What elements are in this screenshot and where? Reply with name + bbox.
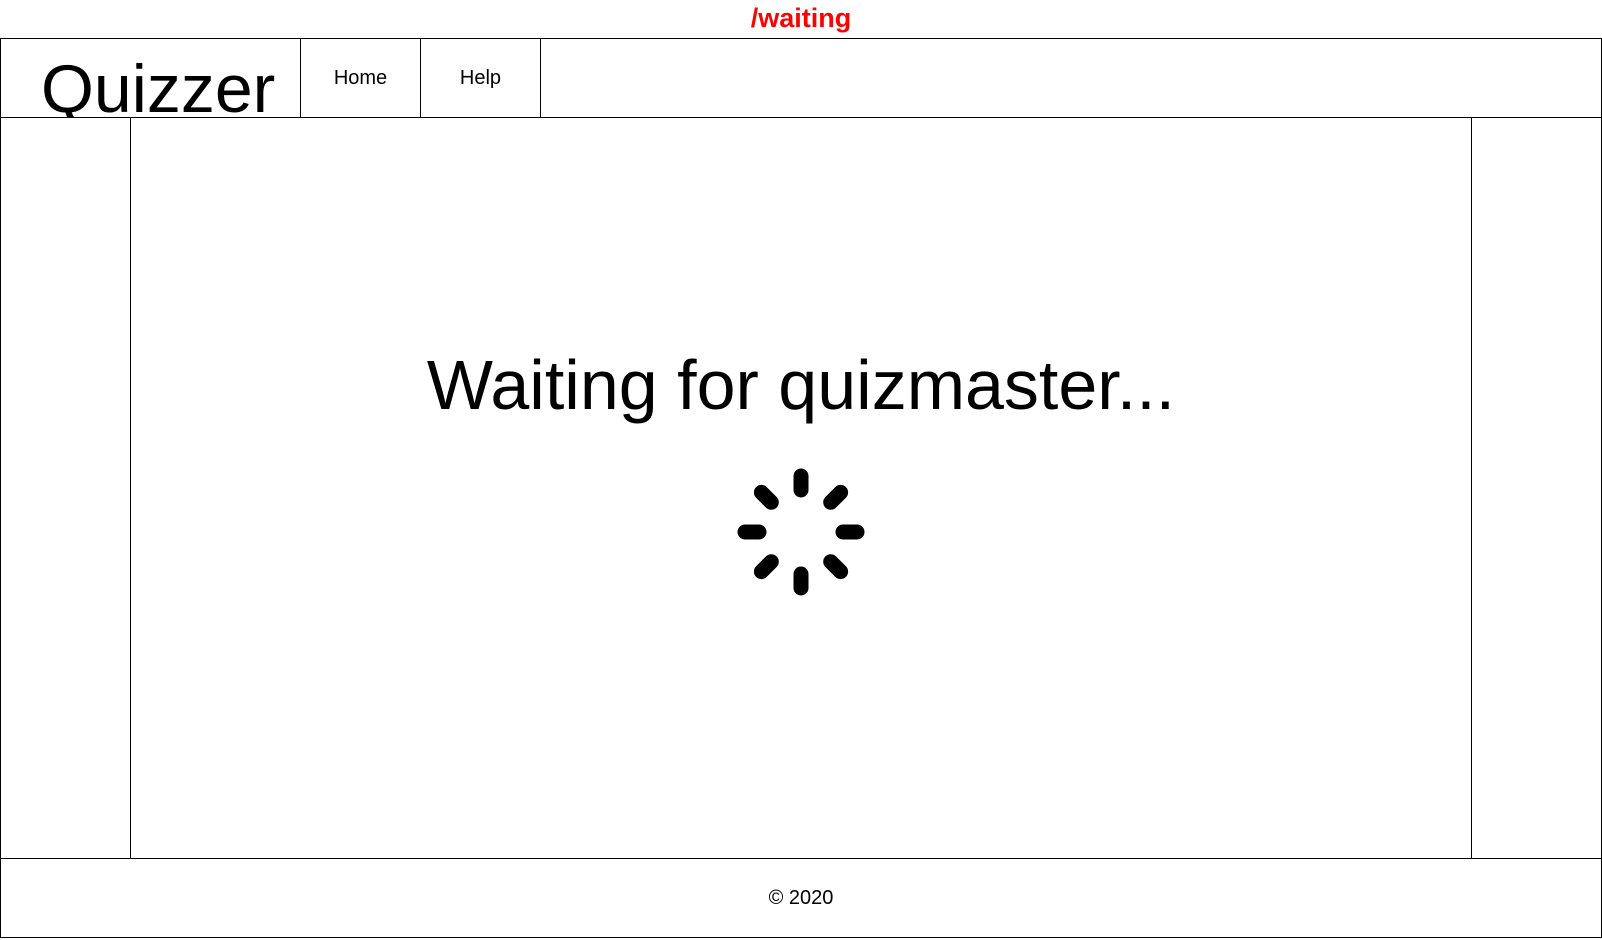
main-area: Waiting for quizmaster... (0, 117, 1602, 858)
right-sidebar (1471, 117, 1601, 858)
spinner-tick (753, 554, 779, 580)
nav-home[interactable]: Home (301, 39, 421, 117)
app-logo-text: Quizzer (41, 51, 276, 117)
waiting-status-text: Waiting for quizmaster... (426, 346, 1176, 424)
footer: © 2020 (0, 858, 1602, 938)
app-logo: Quizzer (1, 39, 301, 117)
spinner-tick (823, 554, 849, 580)
main-content: Waiting for quizmaster... (131, 117, 1471, 858)
header: Quizzer Home Help (0, 38, 1602, 118)
spinner-tick (823, 484, 849, 510)
page-frame: Quizzer Home Help Waiting for quizmaster… (0, 38, 1602, 940)
copyright-text: © 2020 (768, 887, 834, 909)
loading-spinner-icon (737, 468, 865, 596)
spinner-tick (753, 484, 779, 510)
left-sidebar (1, 117, 131, 858)
nav-help[interactable]: Help (421, 39, 541, 117)
route-label: /waiting (750, 3, 852, 33)
